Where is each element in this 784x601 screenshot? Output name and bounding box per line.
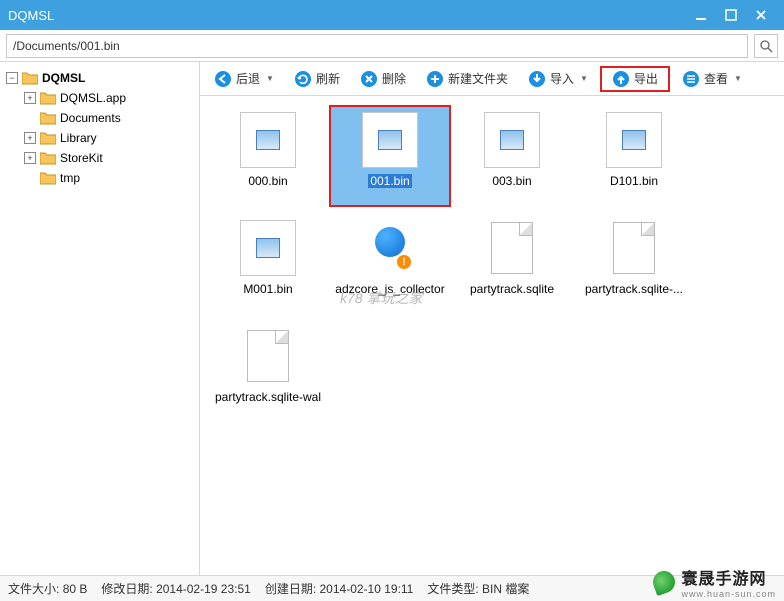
expander-icon[interactable]: + [24,152,36,164]
file-label: partytrack.sqlite-wal [215,390,321,404]
window-controls [686,3,776,27]
content-pane: 后退 ▼ 刷新 删除 新建文件夹 [200,62,784,575]
back-button[interactable]: 后退 ▼ [208,68,280,90]
watermark-url: www.huan-sun.com [681,589,776,599]
tree-item-label: DQMSL.app [60,91,126,105]
image-thumb-icon [240,220,296,276]
folder-icon [22,71,38,85]
file-label: 000.bin [248,174,287,188]
file-grid[interactable]: 000.bin 001.bin 003.bin D101.bin M001.bin! ad… [200,96,784,575]
file-label: 001.bin [368,174,411,188]
export-label: 导出 [634,70,658,87]
file-label: D101.bin [610,174,658,188]
refresh-icon [294,70,312,88]
file-label: 003.bin [492,174,531,188]
back-label: 后退 [236,70,260,87]
image-thumb-icon [362,112,418,168]
delete-button[interactable]: 删除 [354,68,412,90]
file-item[interactable]: 003.bin [452,106,572,206]
toolbar: 后退 ▼ 刷新 删除 新建文件夹 [200,62,784,96]
file-item[interactable]: partytrack.sqlite [452,214,572,314]
tree-root-label: DQMSL [42,71,85,85]
file-item[interactable]: partytrack.sqlite-... [574,214,694,314]
tree-root[interactable]: − DQMSL [2,68,197,88]
search-button[interactable] [754,34,778,58]
path-bar [0,30,784,62]
minimize-button[interactable] [686,3,716,27]
tree-item[interactable]: + DQMSL.app [2,88,197,108]
expander-icon[interactable]: + [24,92,36,104]
maximize-button[interactable] [716,3,746,27]
import-icon [528,70,546,88]
file-item[interactable]: partytrack.sqlite-wal [208,322,328,422]
tree-item[interactable]: Documents [2,108,197,128]
collector-icon: ! [362,220,418,276]
new-folder-label: 新建文件夹 [448,70,508,87]
delete-icon [360,70,378,88]
file-item[interactable]: D101.bin [574,106,694,206]
view-icon [682,70,700,88]
file-item[interactable]: ! adzcore_js_collector [330,214,450,314]
expander-icon [24,112,36,124]
folder-icon [40,131,56,145]
dropdown-icon: ▼ [734,74,742,83]
import-label: 导入 [550,70,574,87]
delete-label: 删除 [382,70,406,87]
image-thumb-icon [606,112,662,168]
folder-icon [40,91,56,105]
window-title: DQMSL [8,8,686,23]
export-highlight-frame: 导出 [600,66,670,92]
file-label: M001.bin [243,282,292,296]
expander-icon[interactable]: + [24,132,36,144]
image-thumb-icon [240,112,296,168]
tree-item[interactable]: + Library [2,128,197,148]
new-folder-icon [426,70,444,88]
import-button[interactable]: 导入 ▼ [522,68,594,90]
refresh-button[interactable]: 刷新 [288,68,346,90]
status-ctime: 创建日期: 2014-02-10 19:11 [265,580,414,597]
tree-item-label: StoreKit [60,151,103,165]
view-label: 查看 [704,70,728,87]
file-label: partytrack.sqlite [470,282,554,296]
new-folder-button[interactable]: 新建文件夹 [420,68,514,90]
expander-icon[interactable]: − [6,72,18,84]
image-thumb-icon [484,112,540,168]
tree-item-label: Library [60,131,97,145]
folder-icon [40,151,56,165]
document-icon [606,220,662,276]
tree-item[interactable]: + StoreKit [2,148,197,168]
file-item[interactable]: 001.bin [330,106,450,206]
expander-icon [24,172,36,184]
document-icon [240,328,296,384]
dropdown-icon: ▼ [580,74,588,83]
file-label: adzcore_js_collector [335,282,444,296]
file-item[interactable]: M001.bin [208,214,328,314]
main-split: − DQMSL + DQMSL.app Documents + Library + Stor… [0,62,784,575]
file-label: partytrack.sqlite-... [585,282,683,296]
export-button[interactable]: 导出 [606,68,664,90]
export-icon [612,70,630,88]
titlebar: DQMSL [0,0,784,30]
folder-tree: − DQMSL + DQMSL.app Documents + Library + Stor… [0,62,200,575]
status-size: 文件大小: 80 B [8,580,87,597]
search-icon [759,39,773,53]
view-button[interactable]: 查看 ▼ [676,68,748,90]
tree-item-label: tmp [60,171,80,185]
status-type: 文件类型: BIN 檔案 [427,580,529,597]
back-icon [214,70,232,88]
status-bar: 文件大小: 80 B 修改日期: 2014-02-19 23:51 创建日期: … [0,575,784,601]
dropdown-icon: ▼ [266,74,274,83]
path-input[interactable] [6,34,748,58]
status-mtime: 修改日期: 2014-02-19 23:51 [101,580,250,597]
folder-icon [40,111,56,125]
tree-item-label: Documents [60,111,121,125]
tree-item[interactable]: tmp [2,168,197,188]
file-item[interactable]: 000.bin [208,106,328,206]
refresh-label: 刷新 [316,70,340,87]
folder-icon [40,171,56,185]
document-icon [484,220,540,276]
close-button[interactable] [746,3,776,27]
